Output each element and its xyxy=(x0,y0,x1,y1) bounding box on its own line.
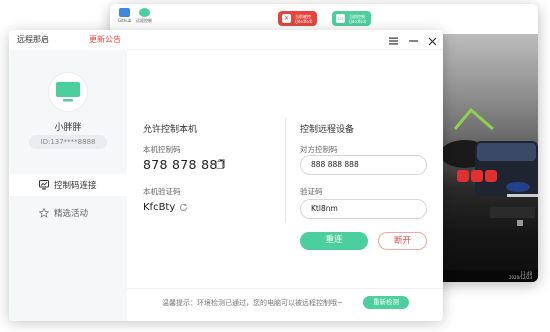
title-bar-divider xyxy=(127,49,443,50)
desktop-shortcut-label: 远程控制 xyxy=(136,18,152,23)
desktop-shortcut-label: Github xyxy=(118,18,132,23)
local-verify-code: KfcBty xyxy=(143,202,176,213)
local-control-code: 878 878 888 xyxy=(143,157,226,172)
sidebar-item-label: 精选活动 xyxy=(54,209,89,219)
refresh-icon[interactable] xyxy=(179,203,188,212)
star-icon xyxy=(39,208,49,218)
app-icon xyxy=(138,8,150,17)
close-icon[interactable] xyxy=(426,35,438,47)
remote-control-title: 控制远程设备 xyxy=(300,125,355,135)
monitor-icon xyxy=(56,82,80,102)
panel-divider xyxy=(285,118,286,223)
disconnect-button[interactable]: 断开 xyxy=(378,232,427,250)
taskbar-clock: 11:48 2020/12/23 xyxy=(508,271,532,280)
reconnect-button[interactable]: 重连 xyxy=(300,232,368,250)
app-title: 远程那启 xyxy=(17,35,49,44)
update-notice-link[interactable]: 更新公告 xyxy=(89,34,121,45)
local-code-label: 本机控制码 xyxy=(143,145,181,154)
controlling-notice[interactable]: ▭ 当前控制 (Jdsdfsd) xyxy=(332,11,371,26)
app-window: 远程那启 更新公告 小胖胖 ID:137****8888 控制码连接 精选活动 xyxy=(9,30,443,321)
verify-code-input[interactable]: Ktl8nm xyxy=(300,199,427,219)
sidebar: 远程那启 更新公告 小胖胖 ID:137****8888 控制码连接 精选活动 xyxy=(9,30,127,321)
username: 小胖胖 xyxy=(54,123,82,133)
copy-icon[interactable] xyxy=(216,159,225,169)
monitor-icon xyxy=(39,180,49,190)
app-icon xyxy=(119,8,131,17)
environment-tip: 温馨提示：环境检测已通过，您的电脑可以被远程控制哦~ xyxy=(162,299,343,307)
desktop-shortcut[interactable]: 远程控制 xyxy=(136,8,152,24)
desktop-shortcut[interactable]: Github xyxy=(118,8,131,23)
partner-code-input[interactable]: 888 888 888 xyxy=(300,155,427,175)
sidebar-item-activities[interactable]: 精选活动 xyxy=(9,202,127,224)
controlled-notice[interactable]: ✕ 当前被控 (Jdsdfsd) xyxy=(278,11,317,26)
footer-divider xyxy=(127,288,443,289)
user-id-badge: ID:137****8888 xyxy=(29,135,107,149)
local-verify-label: 本机验证码 xyxy=(143,187,181,196)
recheck-button[interactable]: 重新检测 xyxy=(363,296,409,309)
menu-icon[interactable] xyxy=(387,35,399,47)
monitor-icon: ▭ xyxy=(336,14,345,23)
verify-code-label: 验证码 xyxy=(300,187,323,196)
partner-code-label: 对方控制码 xyxy=(300,145,338,154)
notice-id: (Jdsdfsd) xyxy=(349,18,367,24)
avatar[interactable] xyxy=(48,72,88,112)
sidebar-header: 远程那启 更新公告 xyxy=(9,30,127,50)
sidebar-item-label: 控制码连接 xyxy=(54,181,97,191)
allow-control-title: 允许控制本机 xyxy=(143,125,198,135)
minimize-icon[interactable] xyxy=(407,35,419,47)
notice-id: (Jdsdfsd) xyxy=(295,18,313,24)
sidebar-item-control-code[interactable]: 控制码连接 xyxy=(9,174,127,196)
car-wallpaper-image xyxy=(435,34,538,282)
link-icon: ✕ xyxy=(282,14,291,23)
